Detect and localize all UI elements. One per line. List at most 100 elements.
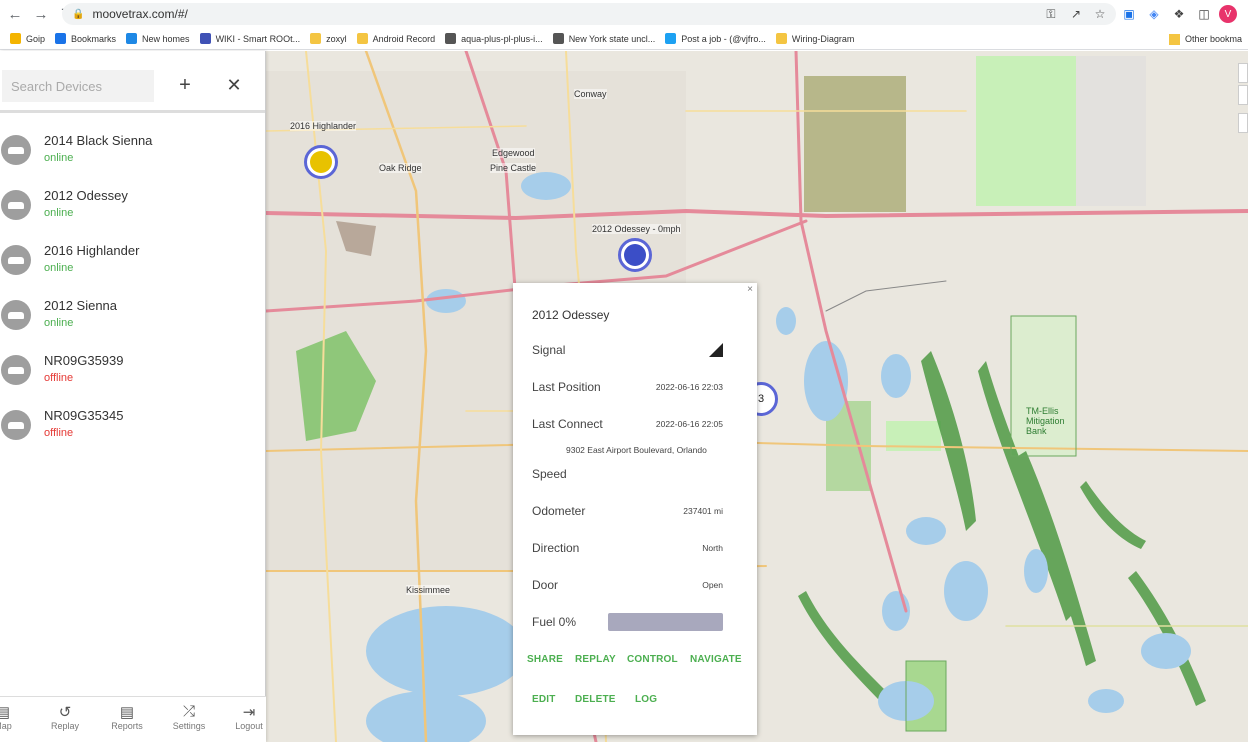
odometer-label: Odometer (532, 504, 586, 518)
device-status: offline (44, 372, 74, 384)
edit-button[interactable]: EDIT (532, 694, 556, 705)
bookmark-item[interactable]: New homes (126, 33, 190, 44)
layers-button[interactable] (1238, 113, 1248, 133)
bookmark-label: WIKI - Smart ROOt... (215, 33, 301, 44)
control-button[interactable]: CONTROL (627, 654, 678, 665)
sidepanel-icon[interactable]: ◫ (1196, 6, 1212, 22)
folder-icon (1168, 33, 1180, 45)
profile-avatar[interactable]: V (1219, 5, 1237, 23)
extension-icon[interactable]: ◈ (1146, 6, 1162, 22)
zoom-out-button[interactable] (1238, 85, 1248, 105)
back-icon[interactable]: ← (4, 3, 26, 25)
nav-reports[interactable]: ▤ Reports (102, 703, 152, 731)
bookmark-item[interactable]: aqua-plus-pl-plus-i... (445, 33, 543, 44)
bookmark-label: New York state uncl... (568, 33, 656, 44)
map-label-pine-castle: Pine Castle (490, 163, 537, 173)
browser-toolbar: ← → ↻ 🔒 moovetrax.com/#/ ⚿ ↗ ☆ ▣ ◈ ❖ ◫ V (0, 0, 1248, 28)
forward-icon[interactable]: → (30, 3, 52, 25)
bookmark-item[interactable]: zoxyl (310, 33, 347, 44)
device-sidebar: + ✕ 2014 Black Sienna online 2012 Odessey o… (0, 51, 266, 742)
bookmark-item[interactable]: WIKI - Smart ROOt... (199, 33, 301, 44)
map-view[interactable]: 2016 Highlander 2012 Odessey - 0mph 3 Co… (266, 51, 1248, 742)
bookmark-item[interactable]: Post a job - (@vjfro... (665, 33, 766, 44)
bookmark-icon (199, 33, 211, 44)
last-connect-value: 2022-06-16 22:05 (655, 419, 723, 429)
device-list-item[interactable]: 2012 Odessey online (0, 173, 266, 228)
other-bookmarks[interactable]: Other bookma (1168, 28, 1242, 50)
bookmark-icon (10, 33, 21, 44)
last-position-row: Last Position 2022-06-16 22:03 (532, 380, 723, 394)
device-info-popup: × 2012 Odessey Signal Last Position 2022… (513, 283, 757, 735)
bookmark-label: Post a job - (@vjfro... (681, 33, 766, 44)
last-connect-label: Last Connect (532, 417, 603, 431)
fuel-label: Fuel 0% (532, 615, 577, 629)
direction-label: Direction (532, 541, 580, 555)
signal-row: Signal (532, 343, 723, 357)
bookmark-icon (775, 33, 787, 44)
share-button[interactable]: SHARE (527, 654, 563, 665)
highlander-marker[interactable] (304, 145, 338, 179)
device-status: offline (44, 427, 74, 439)
map-label-odessey: 2012 Odessey - 0mph (592, 224, 681, 234)
device-list-item[interactable]: 2012 Sienna online (0, 283, 266, 338)
device-name: 2014 Black Sienna (44, 133, 153, 148)
car-icon (1, 135, 31, 165)
popup-close-icon[interactable]: × (747, 284, 753, 295)
nav-map[interactable]: ▤Map (0, 703, 28, 731)
device-list-item[interactable]: 2014 Black Sienna online (0, 118, 266, 173)
device-list-item[interactable]: NR09G35345 offline (0, 393, 266, 448)
search-input[interactable] (2, 70, 154, 102)
last-connect-row: Last Connect 2022-06-16 22:05 (532, 417, 723, 431)
door-row: Door Open (532, 578, 723, 592)
car-icon (1, 300, 31, 330)
speed-row: Speed (532, 467, 723, 481)
bookmark-item[interactable]: Bookmarks (55, 33, 116, 44)
bookmark-label: Bookmarks (71, 33, 117, 44)
star-icon[interactable]: ☆ (1092, 6, 1108, 22)
zoom-in-button[interactable] (1238, 63, 1248, 83)
door-label: Door (532, 578, 559, 592)
key-icon[interactable]: ⚿ (1043, 6, 1059, 22)
map-label-highlander: 2016 Highlander (290, 121, 357, 131)
bottom-navigation: ▤Map↺Replay▤Reports⤮Settings⇥Logout (0, 696, 266, 742)
translate-icon[interactable]: ▣ (1121, 6, 1137, 22)
address-bar[interactable]: 🔒 moovetrax.com/#/ (62, 3, 1116, 25)
last-position-value: 2022-06-16 22:03 (655, 382, 723, 392)
nav-replay[interactable]: ↺ Replay (40, 703, 90, 731)
log-button[interactable]: LOG (635, 694, 657, 705)
device-status: online (44, 317, 74, 329)
odessey-marker[interactable] (618, 238, 652, 272)
lock-icon: 🔒 (72, 8, 85, 20)
replay-icon: ↺ (58, 704, 72, 721)
device-list-item[interactable]: 2016 Highlander online (0, 228, 266, 283)
device-status: online (44, 262, 74, 274)
device-name: 2016 Highlander (44, 243, 140, 258)
bookmark-item[interactable]: Goip (10, 33, 45, 44)
nav-label: Map (0, 721, 12, 731)
puzzle-icon[interactable]: ❖ (1171, 6, 1187, 22)
map-label-edgewood: Edgewood (492, 148, 535, 158)
logout-icon: ⇥ (242, 704, 256, 721)
bookmark-label: aqua-plus-pl-plus-i... (461, 33, 543, 44)
bookmark-icon (126, 33, 138, 44)
device-list-item[interactable]: NR09G35939 offline (0, 338, 266, 393)
map-label-tm-ellis: TM-Ellis Mitigation Bank (1026, 406, 1065, 436)
direction-row: Direction North (532, 541, 723, 555)
add-device-icon[interactable]: + (173, 73, 197, 97)
bookmark-item[interactable]: New York state uncl... (552, 33, 656, 44)
device-name: 2012 Sienna (44, 298, 118, 313)
device-name: NR09G35939 (44, 353, 124, 368)
bookmark-label: Android Record (372, 33, 436, 44)
bookmark-item[interactable]: Android Record (356, 33, 436, 44)
bookmarks-bar: Goip Bookmarks New homes WIKI - Smart ROOt.… (0, 28, 1248, 50)
bookmark-item[interactable]: Wiring-Diagram (775, 33, 854, 44)
share-icon[interactable]: ↗ (1068, 6, 1084, 22)
bookmark-icon (356, 33, 368, 44)
delete-button[interactable]: DELETE (575, 694, 616, 705)
navigate-button[interactable]: NAVIGATE (690, 654, 742, 665)
nav-label: Settings (172, 721, 206, 731)
nav-settings[interactable]: ⤮ Settings (164, 703, 214, 731)
nav-logout[interactable]: ⇥ Logout (224, 703, 274, 731)
replay-button[interactable]: REPLAY (575, 654, 616, 665)
close-icon[interactable]: ✕ (222, 73, 246, 97)
